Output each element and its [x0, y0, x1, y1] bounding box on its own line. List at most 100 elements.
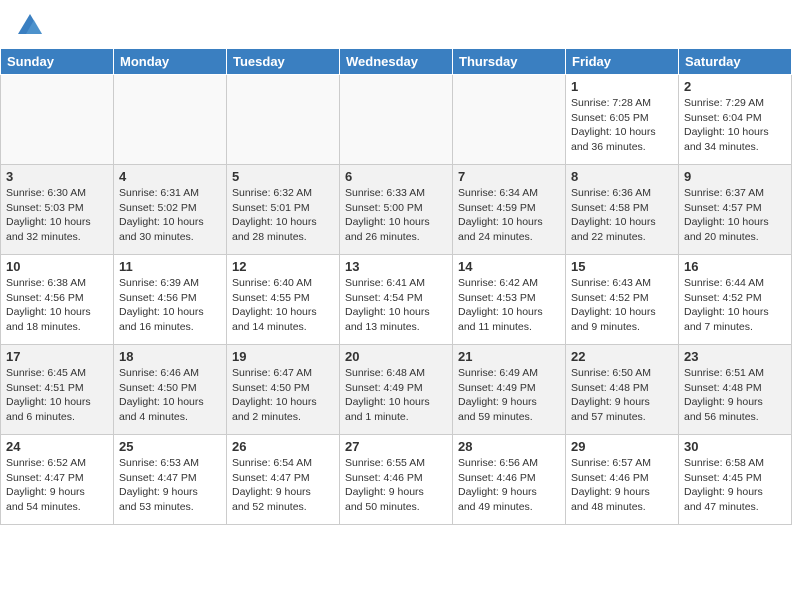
calendar-cell: 22 Sunrise: 6:50 AM Sunset: 4:48 PM Dayli… — [566, 345, 679, 435]
calendar-cell: 21 Sunrise: 6:49 AM Sunset: 4:49 PM Dayli… — [453, 345, 566, 435]
header — [0, 0, 792, 48]
calendar-cell — [1, 75, 114, 165]
calendar-cell: 6Sunrise: 6:33 AM Sunset: 5:00 PM Daylig… — [340, 165, 453, 255]
calendar-cell: 5 Sunrise: 6:32 AM Sunset: 5:01 PM Daylig… — [227, 165, 340, 255]
calendar-cell: 12 Sunrise: 6:40 AM Sunset: 4:55 PM Dayli… — [227, 255, 340, 345]
day-number: 18 — [119, 349, 221, 364]
day-info: Sunrise: 6:58 AM Sunset: 4:45 PM Dayligh… — [684, 456, 786, 515]
day-info: Sunrise: 6:48 AM Sunset: 4:49 PM Dayligh… — [345, 366, 447, 425]
calendar-week-row: 1 Sunrise: 7:28 AM Sunset: 6:05 PM Daylig… — [1, 75, 792, 165]
day-info: Sunrise: 6:42 AM Sunset: 4:53 PM Dayligh… — [458, 276, 560, 335]
col-saturday: Saturday — [679, 49, 792, 75]
day-info: Sunrise: 6:45 AM Sunset: 4:51 PM Dayligh… — [6, 366, 108, 425]
day-number: 2 — [684, 79, 786, 94]
calendar-cell: 18 Sunrise: 6:46 AM Sunset: 4:50 PM Dayli… — [114, 345, 227, 435]
logo — [16, 12, 48, 40]
day-info: Sunrise: 6:51 AM Sunset: 4:48 PM Dayligh… — [684, 366, 786, 425]
day-info: Sunrise: 6:40 AM Sunset: 4:55 PM Dayligh… — [232, 276, 334, 335]
day-number: 17 — [6, 349, 108, 364]
day-number: 6 — [345, 169, 447, 184]
calendar-cell: 13Sunrise: 6:41 AM Sunset: 4:54 PM Dayli… — [340, 255, 453, 345]
day-number: 14 — [458, 259, 560, 274]
calendar-cell: 28 Sunrise: 6:56 AM Sunset: 4:46 PM Dayli… — [453, 435, 566, 525]
day-number: 23 — [684, 349, 786, 364]
day-number: 13 — [345, 259, 447, 274]
day-number: 28 — [458, 439, 560, 454]
day-info: Sunrise: 6:52 AM Sunset: 4:47 PM Dayligh… — [6, 456, 108, 515]
calendar-cell: 1 Sunrise: 7:28 AM Sunset: 6:05 PM Daylig… — [566, 75, 679, 165]
day-number: 3 — [6, 169, 108, 184]
day-info: Sunrise: 6:43 AM Sunset: 4:52 PM Dayligh… — [571, 276, 673, 335]
calendar-week-row: 17 Sunrise: 6:45 AM Sunset: 4:51 PM Dayli… — [1, 345, 792, 435]
day-info: Sunrise: 6:44 AM Sunset: 4:52 PM Dayligh… — [684, 276, 786, 335]
day-number: 4 — [119, 169, 221, 184]
day-info: Sunrise: 6:30 AM Sunset: 5:03 PM Dayligh… — [6, 186, 108, 245]
day-info: Sunrise: 6:50 AM Sunset: 4:48 PM Dayligh… — [571, 366, 673, 425]
calendar-cell: 3 Sunrise: 6:30 AM Sunset: 5:03 PM Daylig… — [1, 165, 114, 255]
col-monday: Monday — [114, 49, 227, 75]
day-number: 12 — [232, 259, 334, 274]
day-number: 27 — [345, 439, 447, 454]
calendar-cell: 30 Sunrise: 6:58 AM Sunset: 4:45 PM Dayli… — [679, 435, 792, 525]
day-number: 11 — [119, 259, 221, 274]
calendar-cell — [114, 75, 227, 165]
calendar-cell: 19 Sunrise: 6:47 AM Sunset: 4:50 PM Dayli… — [227, 345, 340, 435]
day-info: Sunrise: 6:34 AM Sunset: 4:59 PM Dayligh… — [458, 186, 560, 245]
day-info: Sunrise: 6:54 AM Sunset: 4:47 PM Dayligh… — [232, 456, 334, 515]
calendar-cell: 16Sunrise: 6:44 AM Sunset: 4:52 PM Dayli… — [679, 255, 792, 345]
day-number: 1 — [571, 79, 673, 94]
calendar-cell: 29 Sunrise: 6:57 AM Sunset: 4:46 PM Dayli… — [566, 435, 679, 525]
day-info: Sunrise: 6:32 AM Sunset: 5:01 PM Dayligh… — [232, 186, 334, 245]
day-info: Sunrise: 6:55 AM Sunset: 4:46 PM Dayligh… — [345, 456, 447, 515]
calendar-cell: 4 Sunrise: 6:31 AM Sunset: 5:02 PM Daylig… — [114, 165, 227, 255]
calendar-cell: 27 Sunrise: 6:55 AM Sunset: 4:46 PM Dayli… — [340, 435, 453, 525]
calendar-cell: 17 Sunrise: 6:45 AM Sunset: 4:51 PM Dayli… — [1, 345, 114, 435]
calendar-week-row: 3 Sunrise: 6:30 AM Sunset: 5:03 PM Daylig… — [1, 165, 792, 255]
day-number: 8 — [571, 169, 673, 184]
calendar-cell — [453, 75, 566, 165]
calendar-cell: 26 Sunrise: 6:54 AM Sunset: 4:47 PM Dayli… — [227, 435, 340, 525]
col-friday: Friday — [566, 49, 679, 75]
logo-icon — [16, 12, 44, 40]
col-sunday: Sunday — [1, 49, 114, 75]
day-info: Sunrise: 6:37 AM Sunset: 4:57 PM Dayligh… — [684, 186, 786, 245]
day-info: Sunrise: 7:29 AM Sunset: 6:04 PM Dayligh… — [684, 96, 786, 155]
day-number: 22 — [571, 349, 673, 364]
day-info: Sunrise: 6:39 AM Sunset: 4:56 PM Dayligh… — [119, 276, 221, 335]
calendar-week-row: 10 Sunrise: 6:38 AM Sunset: 4:56 PM Dayli… — [1, 255, 792, 345]
day-number: 9 — [684, 169, 786, 184]
calendar-cell: 23 Sunrise: 6:51 AM Sunset: 4:48 PM Dayli… — [679, 345, 792, 435]
calendar-cell: 15 Sunrise: 6:43 AM Sunset: 4:52 PM Dayli… — [566, 255, 679, 345]
day-number: 19 — [232, 349, 334, 364]
day-number: 5 — [232, 169, 334, 184]
col-thursday: Thursday — [453, 49, 566, 75]
day-info: Sunrise: 6:49 AM Sunset: 4:49 PM Dayligh… — [458, 366, 560, 425]
calendar-cell: 10 Sunrise: 6:38 AM Sunset: 4:56 PM Dayli… — [1, 255, 114, 345]
day-number: 26 — [232, 439, 334, 454]
day-number: 20 — [345, 349, 447, 364]
calendar-cell: 8 Sunrise: 6:36 AM Sunset: 4:58 PM Daylig… — [566, 165, 679, 255]
calendar-table: Sunday Monday Tuesday Wednesday Thursday… — [0, 48, 792, 525]
calendar-cell: 25Sunrise: 6:53 AM Sunset: 4:47 PM Dayli… — [114, 435, 227, 525]
day-info: Sunrise: 6:31 AM Sunset: 5:02 PM Dayligh… — [119, 186, 221, 245]
day-number: 7 — [458, 169, 560, 184]
day-number: 21 — [458, 349, 560, 364]
day-number: 10 — [6, 259, 108, 274]
day-number: 29 — [571, 439, 673, 454]
calendar-cell: 11 Sunrise: 6:39 AM Sunset: 4:56 PM Dayli… — [114, 255, 227, 345]
calendar-cell: 24Sunrise: 6:52 AM Sunset: 4:47 PM Dayli… — [1, 435, 114, 525]
calendar-cell: 20 Sunrise: 6:48 AM Sunset: 4:49 PM Dayli… — [340, 345, 453, 435]
day-info: Sunrise: 6:36 AM Sunset: 4:58 PM Dayligh… — [571, 186, 673, 245]
calendar-cell: 7 Sunrise: 6:34 AM Sunset: 4:59 PM Daylig… — [453, 165, 566, 255]
day-info: Sunrise: 6:46 AM Sunset: 4:50 PM Dayligh… — [119, 366, 221, 425]
day-info: Sunrise: 6:38 AM Sunset: 4:56 PM Dayligh… — [6, 276, 108, 335]
day-info: Sunrise: 6:57 AM Sunset: 4:46 PM Dayligh… — [571, 456, 673, 515]
day-info: Sunrise: 6:56 AM Sunset: 4:46 PM Dayligh… — [458, 456, 560, 515]
day-number: 25 — [119, 439, 221, 454]
day-info: Sunrise: 6:47 AM Sunset: 4:50 PM Dayligh… — [232, 366, 334, 425]
day-info: Sunrise: 7:28 AM Sunset: 6:05 PM Dayligh… — [571, 96, 673, 155]
calendar-cell — [340, 75, 453, 165]
day-number: 15 — [571, 259, 673, 274]
day-number: 30 — [684, 439, 786, 454]
col-wednesday: Wednesday — [340, 49, 453, 75]
